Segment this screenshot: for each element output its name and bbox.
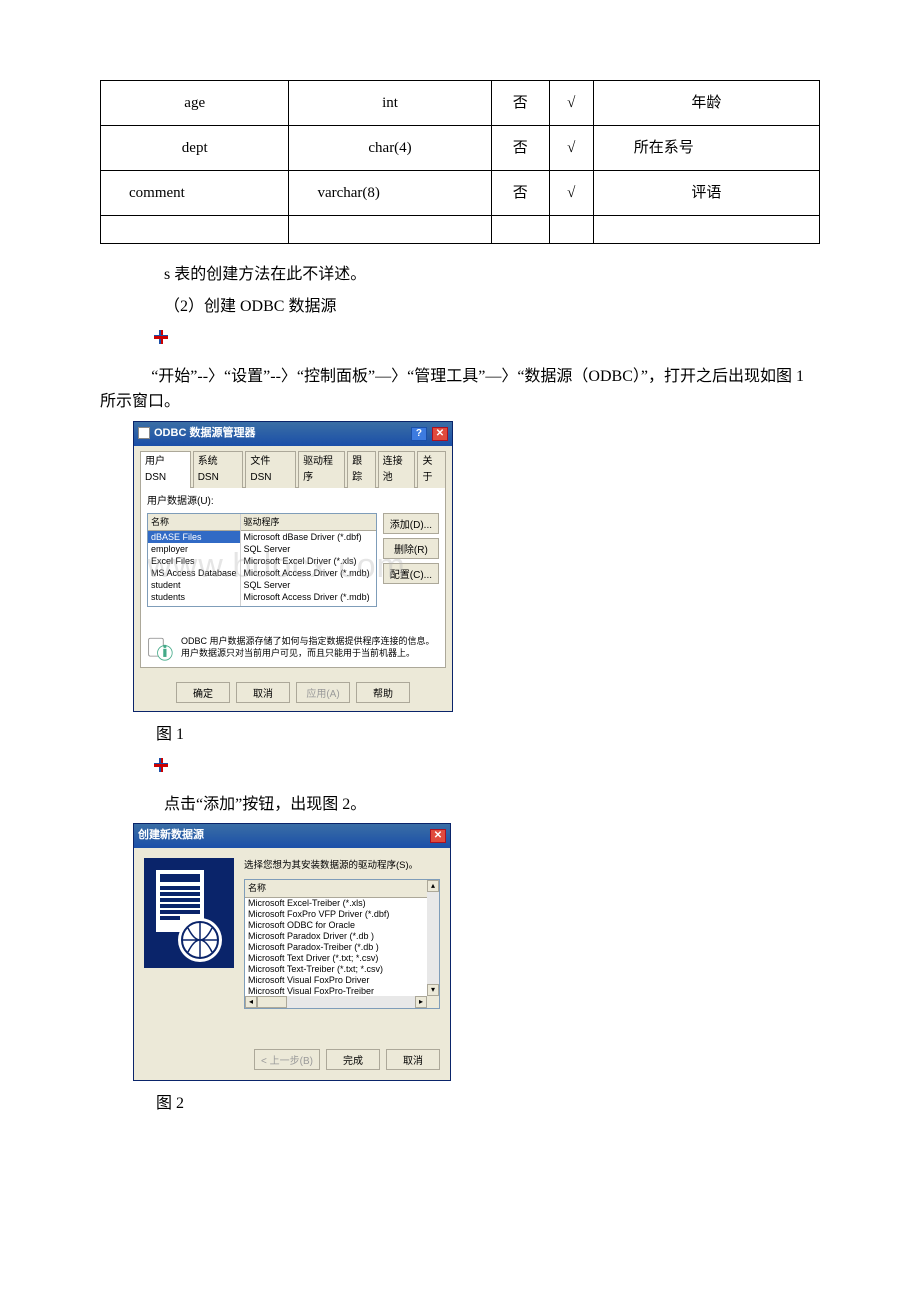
field-nullable: 否: [491, 81, 549, 126]
scroll-right-icon[interactable]: ▸: [415, 996, 427, 1008]
list-item[interactable]: Microsoft FoxPro VFP Driver (*.dbf): [245, 909, 439, 920]
list-item: Microsoft Access Driver (*.mdb): [241, 567, 376, 579]
help-button[interactable]: 帮助: [356, 682, 410, 703]
field-desc: 年龄: [593, 81, 819, 126]
paragraph: （2）创建 ODBC 数据源: [100, 294, 820, 320]
field-type: int: [289, 81, 491, 126]
tab-trace[interactable]: 跟踪: [347, 451, 376, 488]
tab-about[interactable]: 关于: [417, 451, 446, 488]
scroll-left-icon[interactable]: ◂: [245, 996, 257, 1008]
figure-caption: 图 1: [100, 722, 820, 748]
tab-user-dsn[interactable]: 用户 DSN: [140, 451, 191, 488]
field-table: age int 否 √ 年龄 dept char(4) 否 √ 所在系号 com…: [100, 80, 820, 244]
field-desc: 所在系号: [593, 126, 819, 171]
ok-button[interactable]: 确定: [176, 682, 230, 703]
list-item[interactable]: Excel Files: [148, 555, 240, 567]
close-icon[interactable]: ✕: [430, 829, 446, 843]
prev-button[interactable]: < 上一步(B): [254, 1049, 320, 1070]
scroll-up-icon[interactable]: ▴: [427, 880, 439, 892]
list-item: Microsoft Access Driver (*.mdb): [241, 591, 376, 603]
list-item[interactable]: MS Access Database: [148, 567, 240, 579]
window-title: ODBC 数据源管理器: [154, 427, 255, 439]
plus-icon: [153, 329, 169, 345]
tab-system-dsn[interactable]: 系统 DSN: [193, 451, 244, 488]
paragraph: “开始”--〉“设置”--〉“控制面板”—〉“管理工具”—〉“数据源（ODBC）…: [100, 364, 820, 415]
list-item[interactable]: Microsoft Text Driver (*.txt; *.csv): [245, 953, 439, 964]
list-item[interactable]: Microsoft Paradox Driver (*.db ): [245, 931, 439, 942]
scroll-down-icon[interactable]: ▾: [427, 984, 439, 996]
list-item[interactable]: employer: [148, 543, 240, 555]
list-item[interactable]: Microsoft Paradox-Treiber (*.db ): [245, 942, 439, 953]
field-type: char(4): [289, 126, 491, 171]
column-header-name: 名称: [148, 514, 240, 531]
finish-button[interactable]: 完成: [326, 1049, 380, 1070]
list-item: SQL Server: [241, 579, 376, 591]
column-header-driver: 驱动程序: [241, 514, 376, 531]
driver-list[interactable]: 名称 Microsoft Excel-Treiber (*.xls) Micro…: [244, 879, 440, 1009]
add-button[interactable]: 添加(D)...: [383, 513, 439, 534]
list-item[interactable]: Microsoft Visual FoxPro Driver: [245, 975, 439, 986]
create-dsn-wizard: 创建新数据源 ✕ 选择您想为其安装数据源的驱动程序(S)。 名称: [133, 823, 451, 1081]
info-icon: [147, 635, 173, 661]
field-check: √: [549, 126, 593, 171]
list-item[interactable]: Microsoft Visual FoxPro-Treiber: [245, 986, 439, 997]
list-item[interactable]: Microsoft ODBC for Oracle: [245, 920, 439, 931]
window-title: 创建新数据源: [138, 827, 204, 845]
list-item[interactable]: dBASE Files: [148, 531, 240, 543]
configure-button[interactable]: 配置(C)...: [383, 563, 439, 584]
field-type: varchar(8): [289, 171, 491, 216]
field-name: dept: [101, 126, 289, 171]
scroll-thumb[interactable]: [257, 996, 287, 1008]
prompt-label: 选择您想为其安装数据源的驱动程序(S)。: [244, 858, 440, 873]
tab-drivers[interactable]: 驱动程序: [298, 451, 345, 488]
close-icon[interactable]: ✕: [432, 427, 448, 441]
paragraph: s 表的创建方法在此不详述。: [100, 262, 820, 288]
list-item: Microsoft dBase Driver (*.dbf): [241, 531, 376, 543]
column-header-name: 名称: [245, 880, 439, 897]
section-label: 用户数据源(U):: [147, 494, 439, 510]
field-nullable: 否: [491, 171, 549, 216]
list-item[interactable]: student: [148, 579, 240, 591]
field-name: comment: [101, 171, 289, 216]
list-item[interactable]: Microsoft Excel-Treiber (*.xls): [245, 898, 439, 909]
apply-button[interactable]: 应用(A): [296, 682, 350, 703]
table-row: comment varchar(8) 否 √ 评语: [101, 171, 820, 216]
tab-pooling[interactable]: 连接池: [378, 451, 416, 488]
tabstrip: 用户 DSN 系统 DSN 文件 DSN 驱动程序 跟踪 连接池 关于: [134, 446, 452, 487]
titlebar: ODBC 数据源管理器 ? ✕: [134, 422, 452, 446]
wizard-graphic: [144, 858, 234, 968]
field-desc: 评语: [593, 171, 819, 216]
figure-caption: 图 2: [100, 1091, 820, 1117]
list-item[interactable]: students: [148, 591, 240, 603]
horizontal-scrollbar[interactable]: ◂ ▸: [245, 996, 427, 1008]
cancel-button[interactable]: 取消: [236, 682, 290, 703]
tab-file-dsn[interactable]: 文件 DSN: [245, 451, 296, 488]
plus-icon: [153, 757, 169, 773]
list-item[interactable]: Microsoft Text-Treiber (*.txt; *.csv): [245, 964, 439, 975]
delete-button[interactable]: 删除(R): [383, 538, 439, 559]
dsn-list[interactable]: 名称 dBASE Files employer Excel Files MS A…: [147, 513, 377, 607]
list-item: SQL Server: [241, 543, 376, 555]
field-check: √: [549, 171, 593, 216]
field-nullable: 否: [491, 126, 549, 171]
info-text: ODBC 用户数据源存储了如何与指定数据提供程序连接的信息。用户数据源只对当前用…: [181, 635, 439, 659]
titlebar: 创建新数据源 ✕: [134, 824, 450, 848]
field-name: age: [101, 81, 289, 126]
cancel-button[interactable]: 取消: [386, 1049, 440, 1070]
vertical-scrollbar[interactable]: ▴ ▾: [427, 880, 439, 996]
app-icon: [138, 427, 150, 439]
list-item: Microsoft Excel Driver (*.xls): [241, 555, 376, 567]
help-icon[interactable]: ?: [411, 427, 427, 441]
odbc-admin-window: ODBC 数据源管理器 ? ✕ 用户 DSN 系统 DSN 文件 DSN 驱动程…: [133, 421, 453, 712]
table-row: dept char(4) 否 √ 所在系号: [101, 126, 820, 171]
paragraph: 点击“添加”按钮，出现图 2。: [100, 792, 820, 818]
table-row-empty: [101, 216, 820, 244]
field-check: √: [549, 81, 593, 126]
table-row: age int 否 √ 年龄: [101, 81, 820, 126]
